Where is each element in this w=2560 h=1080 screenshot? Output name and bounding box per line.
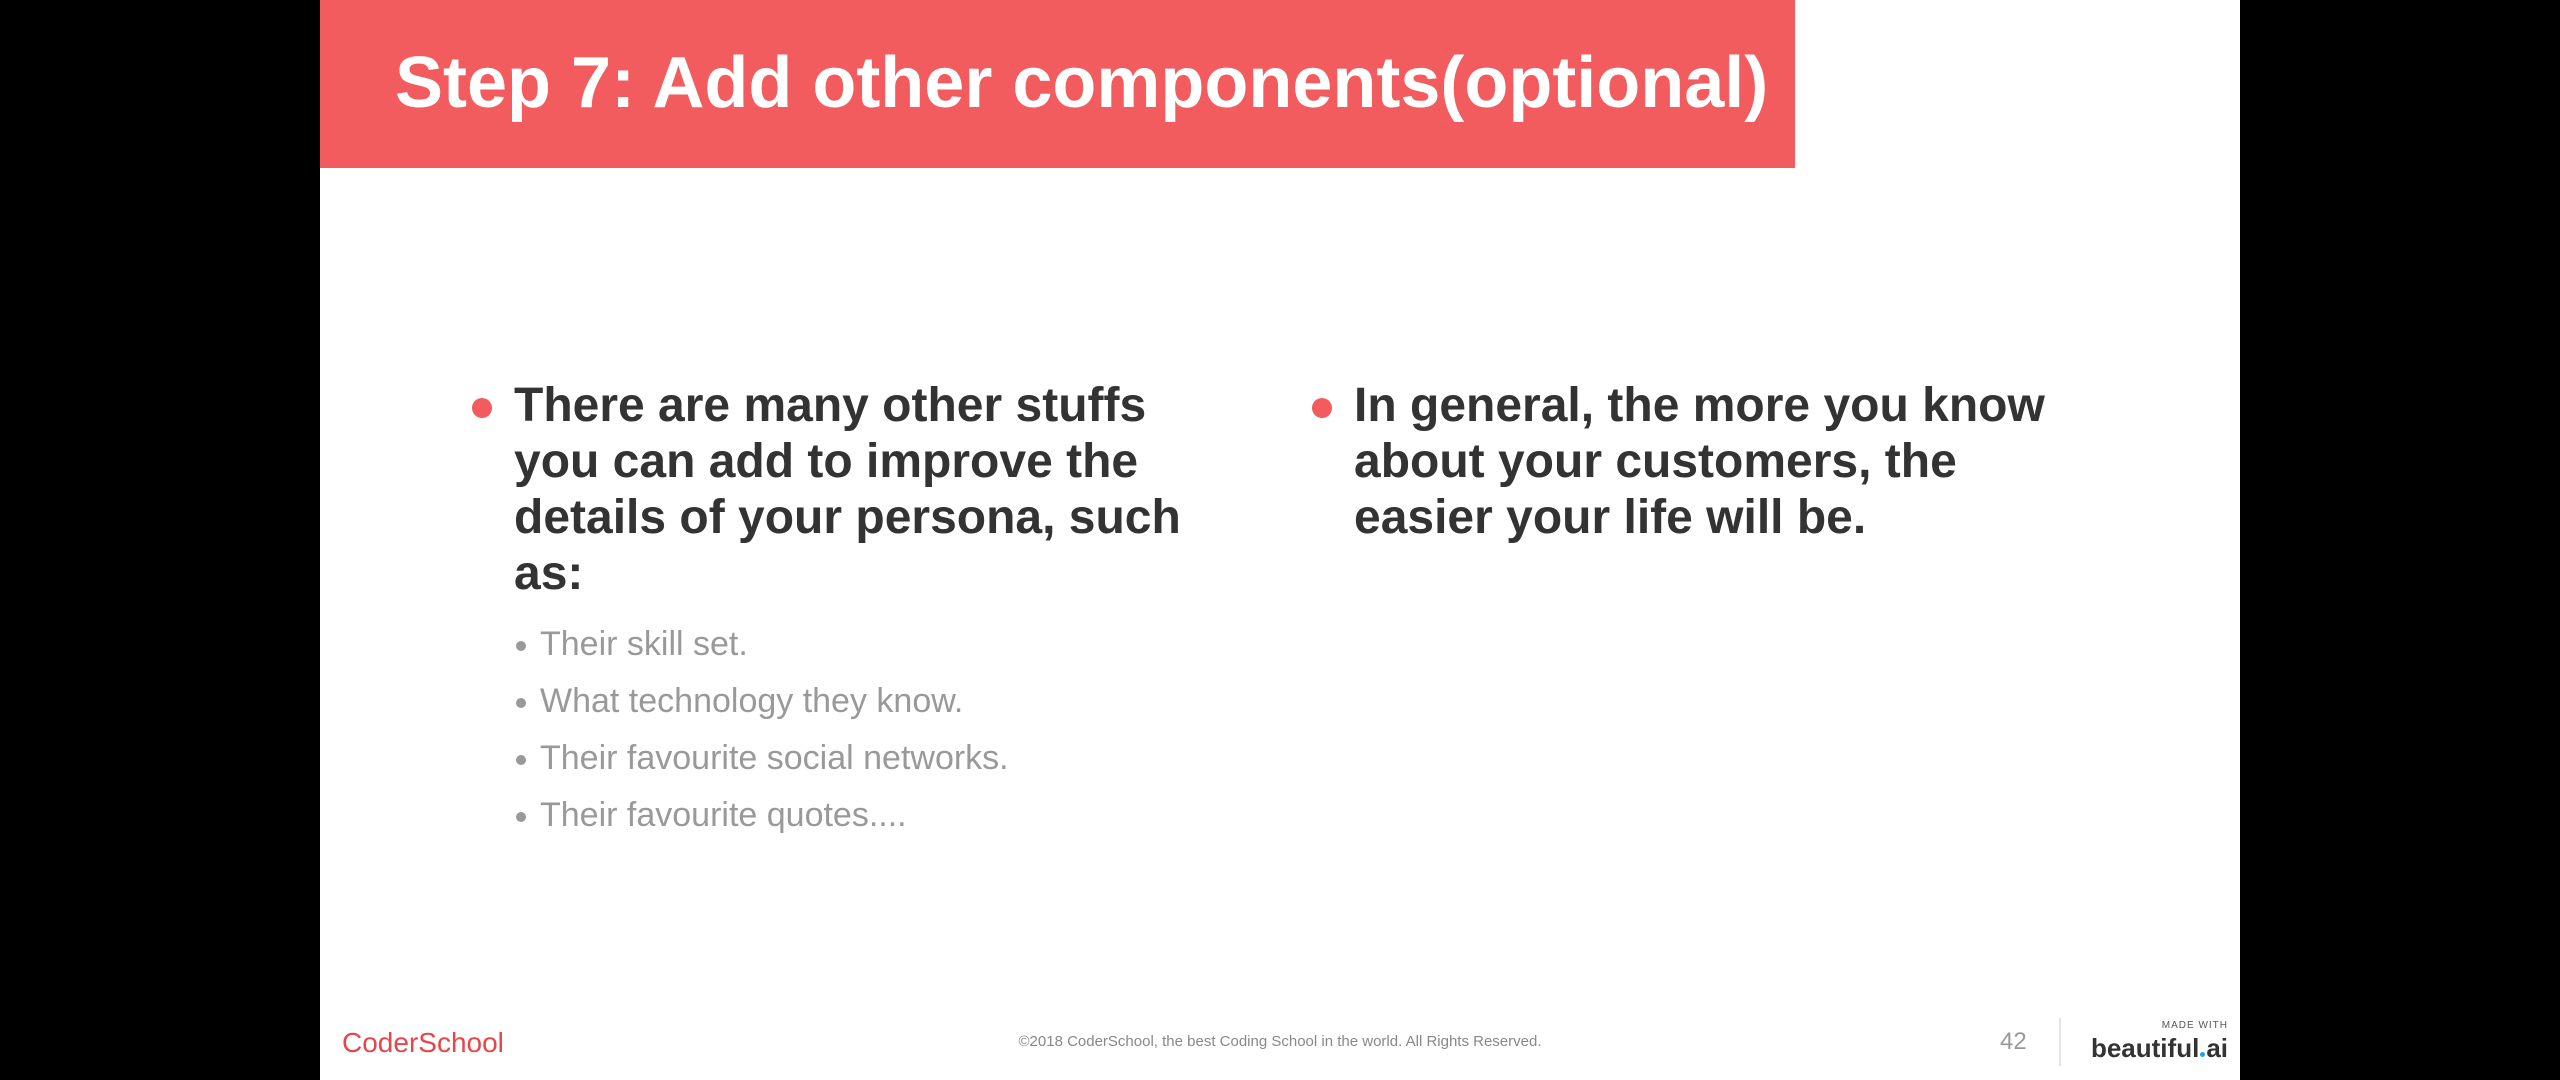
sub-bullet-dot-icon <box>516 698 526 708</box>
sub-item-text: Their skill set. <box>540 625 748 663</box>
sub-list-item: What technology they know. <box>514 673 1230 730</box>
bullet-text: In general, the more you know about your… <box>1354 379 2045 544</box>
title-banner: Step 7: Add other components(optional) <box>320 0 1795 168</box>
sub-item-text: What technology they know. <box>540 682 964 720</box>
brand-dot-icon <box>2200 1052 2206 1057</box>
left-column: There are many other stuffs you can add … <box>470 378 1230 844</box>
right-column: In general, the more you know about your… <box>1310 378 2070 546</box>
bullet-dot-icon <box>472 398 492 418</box>
sub-bullet-dot-icon <box>516 755 526 765</box>
bullet-item: In general, the more you know about your… <box>1310 378 2070 546</box>
sub-list-item: Their favourite social networks. <box>514 730 1230 787</box>
slide: Step 7: Add other components(optional) T… <box>320 0 2240 1080</box>
slide-title: Step 7: Add other components(optional) <box>395 43 1769 123</box>
copyright-text: ©2018 CoderSchool, the best Coding Schoo… <box>1018 1033 1542 1050</box>
made-with-beautifulai-badge[interactable]: MADE WITH beautiful ai <box>2088 1020 2228 1064</box>
sub-item-text: Their favourite social networks. <box>540 739 1009 777</box>
sub-bullet-dot-icon <box>516 641 526 651</box>
sub-list-item: Their favourite quotes.... <box>514 787 1230 844</box>
bullet-dot-icon <box>1312 398 1332 418</box>
brand-wordmark-part: ai <box>2206 1033 2228 1063</box>
sub-list-item: Their skill set. <box>514 616 1230 673</box>
footer-divider <box>2059 1018 2061 1066</box>
page-number: 42 <box>2000 1028 2027 1055</box>
brand-small-text: MADE WITH <box>2161 1020 2228 1031</box>
bullet-item: There are many other stuffs you can add … <box>470 378 1230 602</box>
sub-list: Their skill set. What technology they kn… <box>470 616 1230 844</box>
brand-wordmark: beautiful ai <box>2088 1032 2228 1064</box>
brand-wordmark-part: beautiful <box>2090 1033 2200 1063</box>
sub-item-text: Their favourite quotes.... <box>540 796 907 834</box>
sub-bullet-dot-icon <box>516 812 526 822</box>
bullet-text: There are many other stuffs you can add … <box>514 379 1181 600</box>
